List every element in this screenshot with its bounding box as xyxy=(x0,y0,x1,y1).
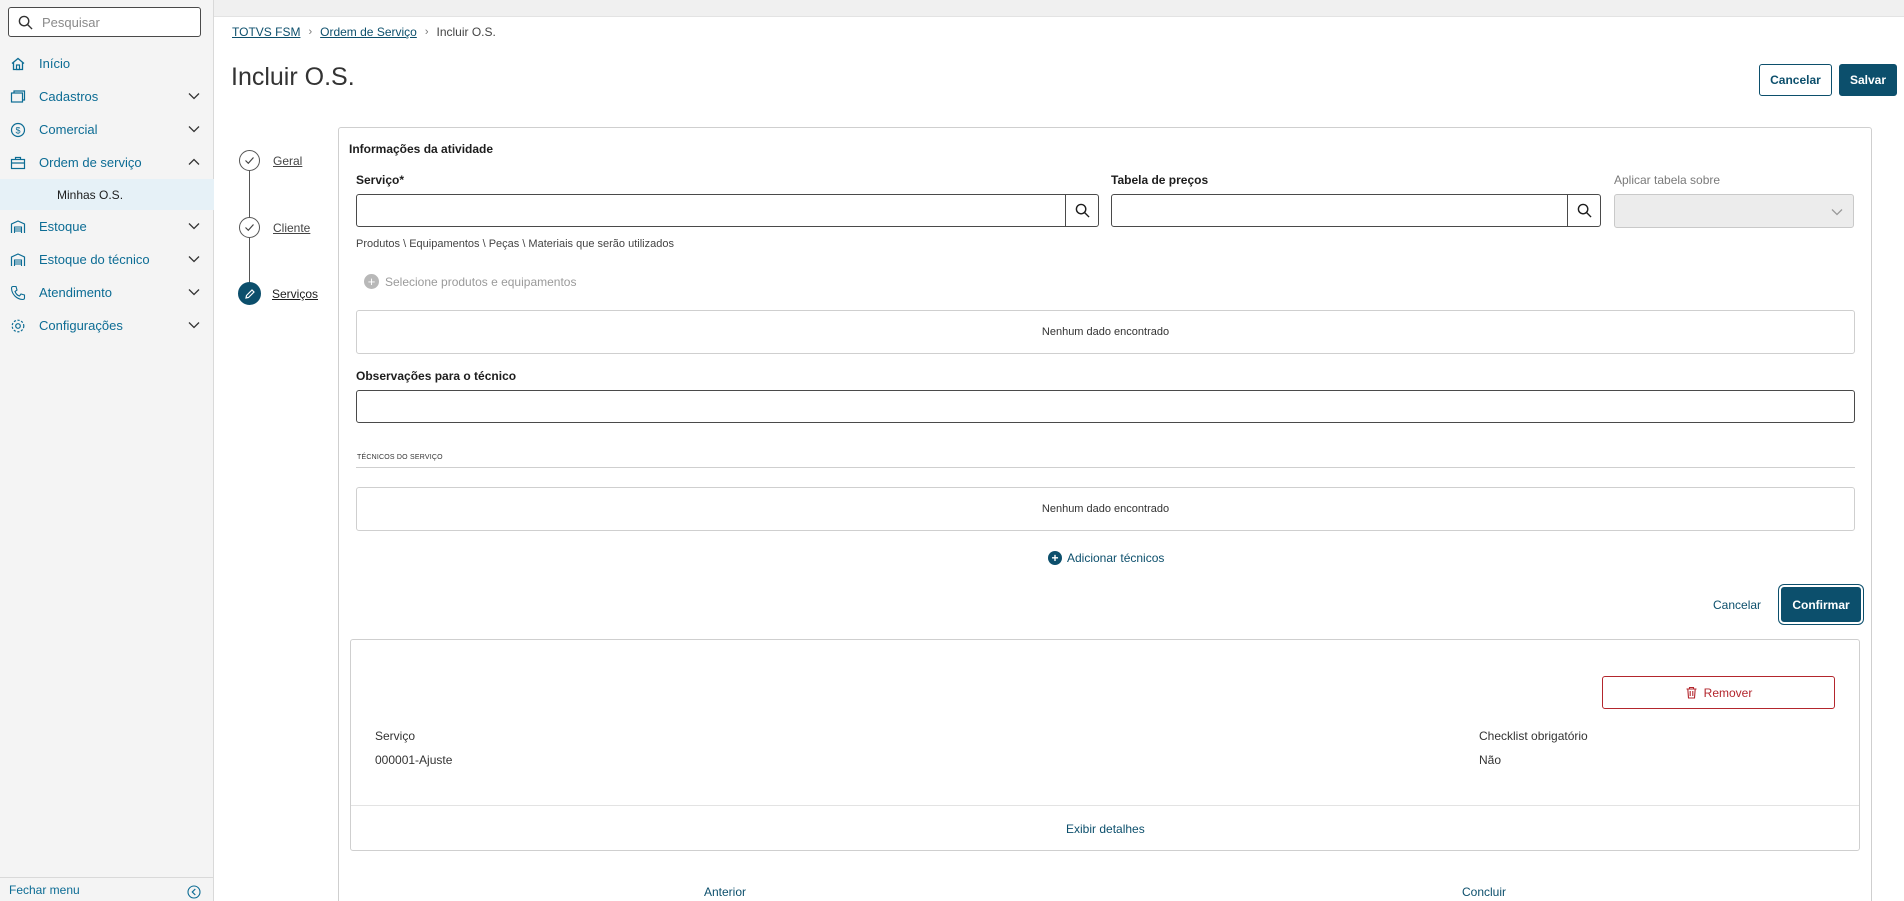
divider xyxy=(356,467,1855,468)
remove-label: Remover xyxy=(1703,685,1753,700)
sidebar-subitem-minhas-os[interactable]: Minhas O.S. xyxy=(0,179,214,210)
briefcase-icon xyxy=(10,155,26,171)
search-icon[interactable] xyxy=(1065,195,1098,226)
plus-circle-icon: + xyxy=(364,274,379,289)
sidebar-item-inicio[interactable]: Início xyxy=(0,47,214,80)
collapse-icon xyxy=(187,885,201,899)
apply-table-label: Aplicar tabela sobre xyxy=(1614,173,1721,187)
search-input[interactable] xyxy=(42,14,192,30)
step-servicos[interactable]: Serviços xyxy=(238,282,318,305)
sidebar-item-estoque[interactable]: Estoque xyxy=(0,210,214,243)
breadcrumb-home-link[interactable]: TOTVS FSM xyxy=(232,25,300,39)
select-products-button: + Selecione produtos e equipamentos xyxy=(364,274,576,289)
step-label: Geral xyxy=(273,153,303,168)
close-menu-button[interactable]: Fechar menu xyxy=(0,877,214,901)
cancel-button[interactable]: Cancelar xyxy=(1759,64,1832,96)
search-icon xyxy=(18,15,33,30)
sidebar-item-label: Comercial xyxy=(39,122,98,137)
svg-text:$: $ xyxy=(15,125,20,135)
show-details-link[interactable]: Exibir detalhes xyxy=(1066,822,1145,836)
check-icon xyxy=(239,217,260,238)
plus-circle-icon: + xyxy=(1048,551,1062,565)
previous-link[interactable]: Anterior xyxy=(704,885,746,899)
apply-table-select xyxy=(1614,194,1854,228)
check-icon xyxy=(239,150,260,171)
top-strip xyxy=(0,0,1904,17)
warehouse-icon xyxy=(10,252,26,268)
products-hint: Produtos \ Equipamentos \ Peças \ Materi… xyxy=(356,238,674,250)
step-geral[interactable]: Geral xyxy=(239,150,302,171)
chevron-down-icon[interactable] xyxy=(188,253,200,265)
service-lookup-field[interactable] xyxy=(356,194,1099,227)
cards-icon xyxy=(10,89,26,105)
sidebar-item-estoque-do-tecnico[interactable]: Estoque do técnico xyxy=(0,243,214,276)
warehouse-icon xyxy=(10,219,26,235)
sidebar-item-label: Cadastros xyxy=(39,89,99,104)
search-box[interactable] xyxy=(8,7,201,37)
section-title: Informações da atividade xyxy=(349,142,494,156)
chevron-up-icon[interactable] xyxy=(188,156,200,168)
cancel-activity-link[interactable]: Cancelar xyxy=(1713,598,1761,612)
divider xyxy=(351,805,1859,806)
sidebar-item-label: Configurações xyxy=(39,318,123,333)
technicians-header: TÉCNICOS DO SERVIÇO xyxy=(357,454,443,461)
chevron-down-icon xyxy=(1831,209,1843,216)
products-empty-state: Nenhum dado encontrado xyxy=(356,310,1855,354)
sidebar: Início Cadastros $ Comercial Ordem de se… xyxy=(0,0,214,901)
chevron-down-icon[interactable] xyxy=(188,220,200,232)
chevron-down-icon[interactable] xyxy=(188,286,200,298)
pencil-icon xyxy=(238,282,261,305)
sidebar-item-configuracoes[interactable]: Configurações xyxy=(0,309,214,342)
service-field-value: 000001-Ajuste xyxy=(375,753,453,767)
home-icon xyxy=(10,56,26,72)
sidebar-item-label: Estoque xyxy=(39,219,87,234)
step-cliente[interactable]: Cliente xyxy=(239,217,310,238)
page-title: Incluir O.S. xyxy=(231,63,355,91)
service-card xyxy=(350,639,1860,851)
checklist-field-label: Checklist obrigatório xyxy=(1479,729,1588,743)
sidebar-item-label: Ordem de serviço xyxy=(39,155,142,170)
step-label: Serviços xyxy=(272,286,319,301)
finish-link[interactable]: Concluir xyxy=(1462,885,1506,899)
gear-icon xyxy=(10,318,26,334)
chevron-down-icon[interactable] xyxy=(188,123,200,135)
sidebar-item-label: Início xyxy=(39,56,71,71)
breadcrumb-current: Incluir O.S. xyxy=(436,25,496,39)
remove-button[interactable]: Remover xyxy=(1602,676,1835,709)
trash-icon xyxy=(1686,686,1697,699)
sidebar-item-atendimento[interactable]: Atendimento xyxy=(0,276,214,309)
notes-label: Observações para o técnico xyxy=(356,369,517,383)
chevron-down-icon[interactable] xyxy=(188,319,200,331)
select-products-label: Selecione produtos e equipamentos xyxy=(385,274,577,289)
dollar-icon: $ xyxy=(10,122,26,138)
save-button[interactable]: Salvar xyxy=(1839,64,1897,96)
chevron-right-icon: › xyxy=(424,26,429,38)
chevron-down-icon[interactable] xyxy=(188,90,200,102)
close-menu-label: Fechar menu xyxy=(9,882,80,897)
add-technicians-label: Adicionar técnicos xyxy=(1067,551,1165,565)
confirm-button[interactable]: Confirmar xyxy=(1781,587,1861,622)
sidebar-item-label: Estoque do técnico xyxy=(39,252,150,267)
breadcrumb-parent-link[interactable]: Ordem de Serviço xyxy=(320,25,417,39)
step-label: Cliente xyxy=(273,220,311,235)
sidebar-item-comercial[interactable]: $ Comercial xyxy=(0,113,214,146)
phone-icon xyxy=(10,285,26,301)
sidebar-item-ordem-de-servico[interactable]: Ordem de serviço xyxy=(0,146,214,179)
sidebar-nav: Início Cadastros $ Comercial Ordem de se… xyxy=(0,47,214,342)
sidebar-subitem-label: Minhas O.S. xyxy=(57,187,124,202)
chevron-right-icon: › xyxy=(308,26,313,38)
technicians-empty-state: Nenhum dado encontrado xyxy=(356,487,1855,531)
checklist-field-value: Não xyxy=(1479,753,1502,767)
price-table-label: Tabela de preços xyxy=(1111,173,1209,187)
search-icon[interactable] xyxy=(1567,195,1600,226)
sidebar-item-cadastros[interactable]: Cadastros xyxy=(0,80,214,113)
notes-field[interactable] xyxy=(356,390,1855,423)
service-field-label: Serviço xyxy=(375,729,416,743)
add-technicians-button[interactable]: + Adicionar técnicos xyxy=(1048,551,1164,565)
sidebar-item-label: Atendimento xyxy=(39,285,112,300)
breadcrumb: TOTVS FSM › Ordem de Serviço › Incluir O… xyxy=(232,25,496,39)
service-label: Serviço* xyxy=(356,173,405,187)
price-table-lookup-field[interactable] xyxy=(1111,194,1601,227)
